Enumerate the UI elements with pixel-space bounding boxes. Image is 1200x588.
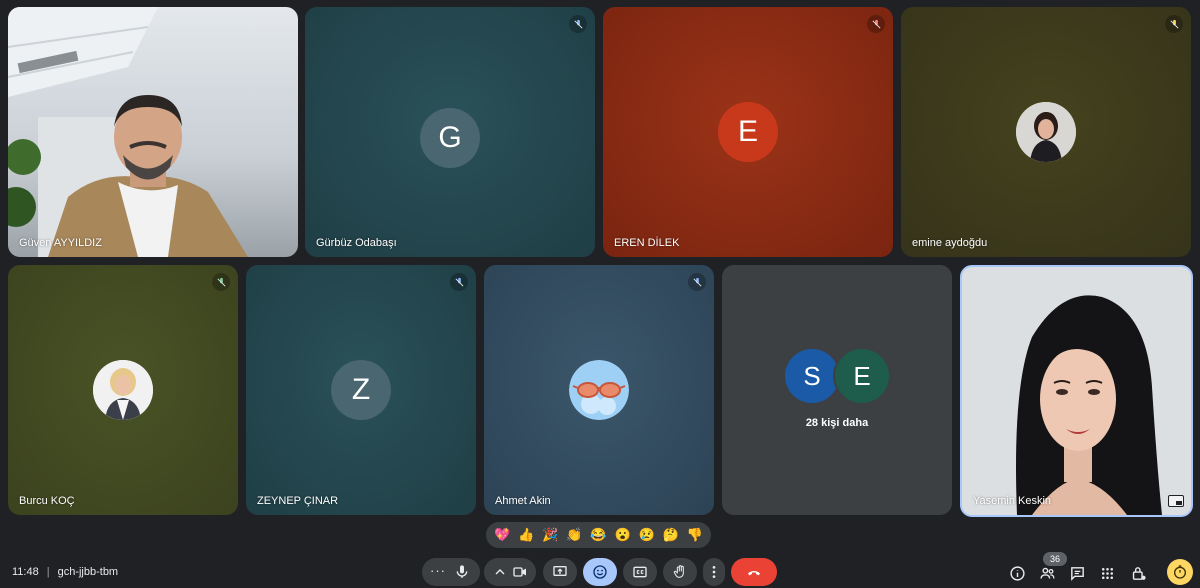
- participant-avatar: S: [785, 349, 839, 403]
- reaction-thumbs-down[interactable]: 👎: [685, 525, 705, 545]
- participant-tile-yasemin[interactable]: Yasemin Keskin: [960, 265, 1193, 517]
- present-icon[interactable]: [543, 558, 577, 586]
- participant-tile-guven[interactable]: Güven AYYILDIZ: [8, 7, 298, 257]
- participant-tile-emine[interactable]: emine aydoğdu: [901, 7, 1191, 257]
- participant-name: EREN DİLEK: [614, 237, 680, 249]
- participant-name: Gürbüz Odabaşı: [316, 237, 397, 249]
- mic-off-icon: [1165, 15, 1183, 33]
- participant-avatar: G: [420, 108, 480, 168]
- reaction-laugh[interactable]: 😂: [588, 525, 608, 545]
- participant-tile-eren[interactable]: E EREN DİLEK: [603, 7, 893, 257]
- reaction-clap[interactable]: 👏: [564, 525, 584, 545]
- raise-hand-icon[interactable]: [663, 558, 697, 586]
- mic-off-icon: [688, 273, 706, 291]
- reaction-thinking[interactable]: 🤔: [661, 525, 681, 545]
- reaction-thumbs-up[interactable]: 👍: [516, 525, 536, 545]
- mic-group: ···: [422, 558, 480, 586]
- captions-icon[interactable]: [623, 558, 657, 586]
- activities-icon[interactable]: [1096, 562, 1118, 584]
- more-participants-label: 28 kişi daha: [805, 417, 869, 429]
- participant-avatar: [1016, 102, 1076, 162]
- host-controls-icon[interactable]: [1127, 562, 1149, 584]
- participant-name: Ahmet Akin: [495, 495, 551, 507]
- mic-off-icon: [569, 15, 587, 33]
- mic-off-icon: [212, 273, 230, 291]
- participant-avatar: E: [718, 102, 778, 162]
- participant-avatar: [93, 360, 153, 420]
- participant-tile-zeynep[interactable]: Z ZEYNEP ÇINAR: [246, 265, 476, 515]
- clock-time: 11:48: [12, 566, 39, 578]
- pin-icon[interactable]: [1168, 495, 1184, 507]
- chevron-up-icon[interactable]: [492, 564, 508, 585]
- reactions-bar: 💖 👍 🎉 👏 😂 😮 😢 🤔 👎: [486, 522, 711, 548]
- emoji-icon[interactable]: [583, 558, 617, 586]
- more-participants-tile[interactable]: S E 28 kişi daha: [722, 265, 952, 515]
- info-icon[interactable]: [1006, 562, 1028, 584]
- chat-icon[interactable]: [1066, 562, 1088, 584]
- reaction-sad[interactable]: 😢: [637, 525, 657, 545]
- mic-off-icon: [867, 15, 885, 33]
- participant-avatar: E: [835, 349, 889, 403]
- participant-name: ZEYNEP ÇINAR: [257, 495, 339, 507]
- participant-tile-ahmet[interactable]: Ahmet Akin: [484, 265, 714, 515]
- participant-avatar: Z: [331, 360, 391, 420]
- reaction-party[interactable]: 🎉: [540, 525, 560, 545]
- participant-name: Yasemin Keskin: [973, 495, 1052, 507]
- camera-icon[interactable]: [512, 564, 528, 585]
- mic-off-icon: [450, 273, 468, 291]
- timer-icon[interactable]: [1167, 559, 1193, 585]
- end-call-icon[interactable]: [731, 558, 777, 586]
- participant-tile-gurbuz[interactable]: G Gürbüz Odabaşı: [305, 7, 595, 257]
- sunglasses-avatar-icon: [569, 360, 629, 420]
- meeting-code[interactable]: gch-jjbb-tbm: [58, 566, 119, 578]
- separator: |: [46, 566, 50, 578]
- participant-video: [962, 267, 1191, 515]
- more-vert-icon[interactable]: [703, 558, 725, 586]
- people-count-badge: 36: [1043, 552, 1067, 566]
- more-options-icon[interactable]: ···: [430, 563, 446, 578]
- participant-name: Güven AYYILDIZ: [19, 237, 102, 249]
- participant-name: emine aydoğdu: [912, 237, 988, 249]
- participant-tile-burcu[interactable]: Burcu KOÇ: [8, 265, 238, 515]
- participant-name: Burcu KOÇ: [19, 495, 75, 507]
- mic-icon[interactable]: [454, 564, 470, 585]
- reaction-surprised[interactable]: 😮: [613, 525, 633, 545]
- meeting-info: 11:48 | gch-jjbb-tbm: [12, 566, 118, 578]
- participant-video: [8, 7, 248, 257]
- reaction-heart[interactable]: 💖: [492, 525, 512, 545]
- camera-group: [484, 558, 536, 586]
